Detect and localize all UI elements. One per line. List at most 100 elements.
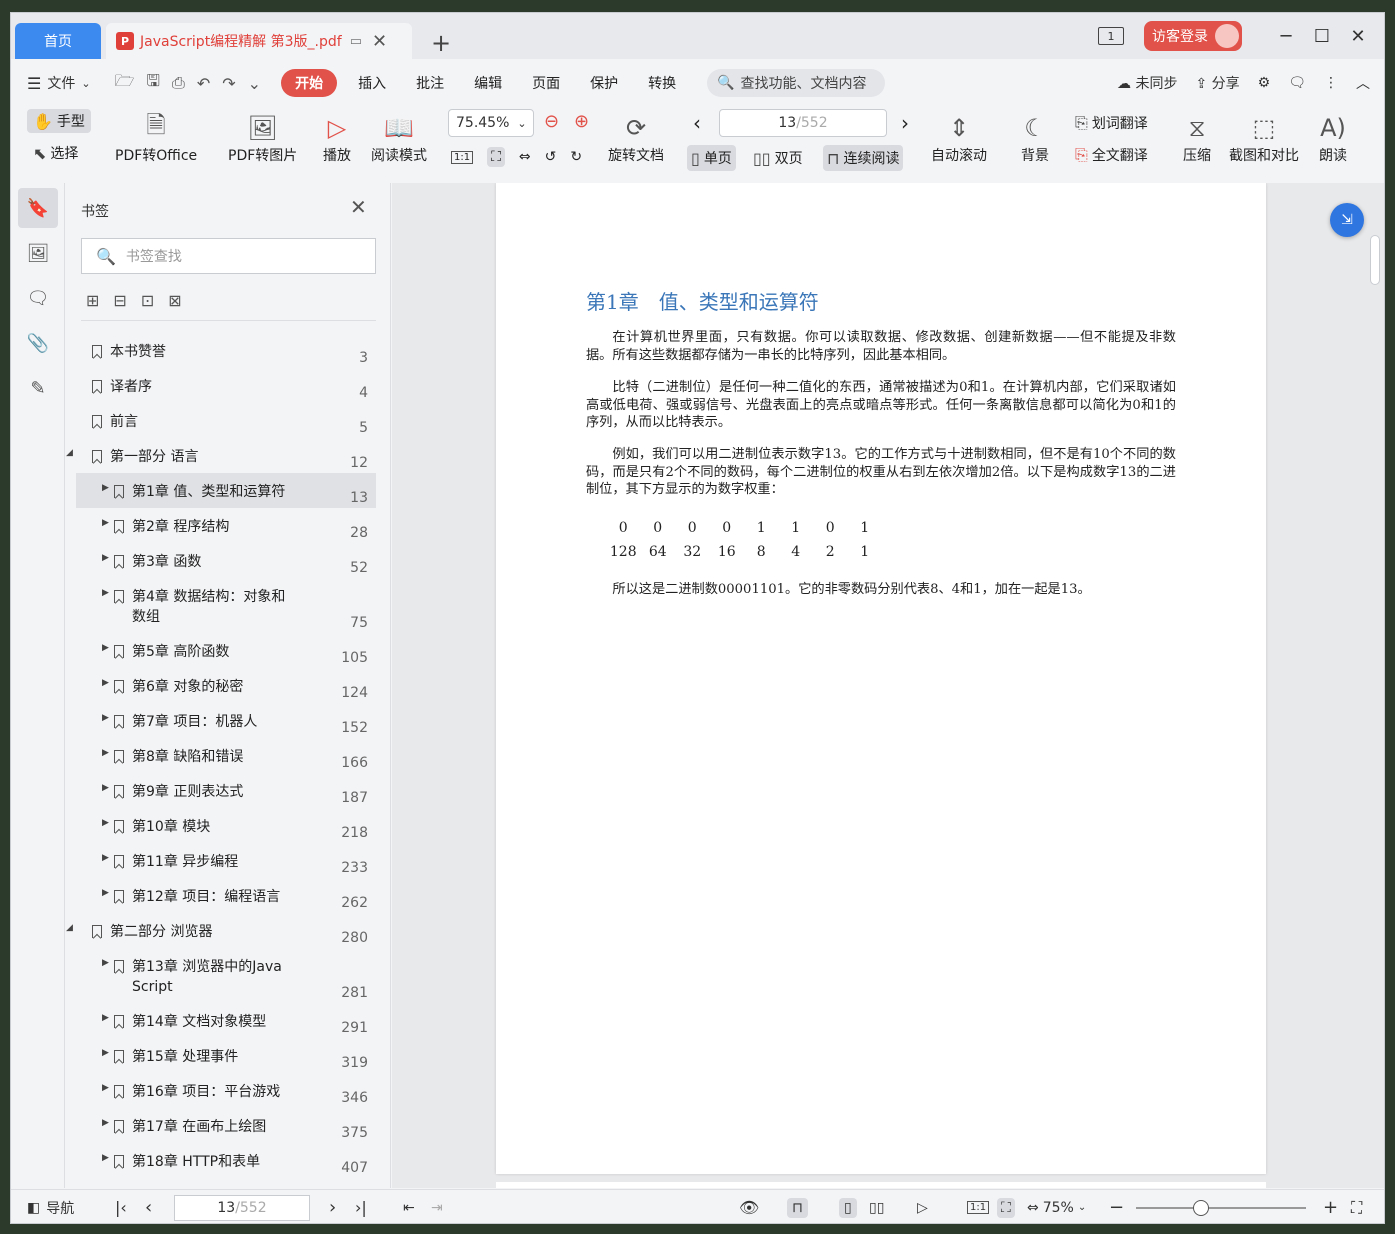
attachment-icon[interactable]: 📎 bbox=[18, 323, 58, 363]
more-dropdown-icon[interactable]: ⌄ bbox=[248, 74, 261, 93]
zoom-slider[interactable] bbox=[1136, 1207, 1306, 1209]
continuous-read-button[interactable]: ⊓ 连续阅读 bbox=[823, 145, 904, 171]
forward-icon[interactable]: ⇥ bbox=[431, 1200, 443, 1216]
pdf-to-office-button[interactable]: 🗎 PDF转Office bbox=[115, 111, 197, 165]
bookmark-item[interactable]: ▶ 第15章 处理事件 319 bbox=[76, 1038, 376, 1073]
tab-annotate[interactable]: 批注 bbox=[401, 73, 459, 93]
collapse-all-icon[interactable]: ⊟ bbox=[113, 291, 126, 310]
expand-arrow-icon[interactable]: ▶ bbox=[102, 783, 109, 793]
expand-arrow-icon[interactable]: ▶ bbox=[102, 1153, 109, 1163]
next-page-icon[interactable]: › bbox=[329, 1197, 336, 1218]
status-zoom-select[interactable]: ⇔ 75% ⌄ bbox=[1027, 1200, 1086, 1216]
bookmark-panel-icon[interactable]: 🔖 bbox=[18, 188, 58, 228]
full-translate-button[interactable]: ⎘ 全文翻译 bbox=[1075, 145, 1148, 165]
prev-page-icon[interactable]: ‹ bbox=[145, 1197, 152, 1218]
bookmark-item[interactable]: ▶ 第18章 HTTP和表单 407 bbox=[76, 1143, 376, 1178]
rotate-left-icon[interactable]: ↺ bbox=[545, 149, 557, 165]
zoom-in-icon[interactable]: + bbox=[1323, 1197, 1338, 1218]
expand-arrow-icon[interactable]: ▶ bbox=[102, 818, 109, 828]
prev-page-icon[interactable]: ‹ bbox=[693, 111, 701, 135]
bookmark-item[interactable]: ▶ 第6章 对象的秘密 124 bbox=[76, 668, 376, 703]
bookmark-item[interactable]: ▶ 第11章 异步编程 233 bbox=[76, 843, 376, 878]
open-folder-icon[interactable]: 🗁 bbox=[115, 70, 135, 97]
comment-icon[interactable]: 🗨 bbox=[1288, 75, 1306, 91]
expand-arrow-icon[interactable]: ▶ bbox=[102, 713, 109, 723]
new-tab-button[interactable]: + bbox=[431, 29, 451, 57]
play-icon[interactable]: ▷ bbox=[917, 1200, 928, 1216]
expand-arrow-icon[interactable]: ▶ bbox=[102, 588, 109, 598]
expand-arrow-icon[interactable]: ▶ bbox=[102, 678, 109, 688]
expand-arrow-icon[interactable]: ▶ bbox=[102, 958, 109, 968]
rotate-document-button[interactable]: ⟳ 旋转文档 bbox=[608, 111, 664, 165]
rotate-right-icon[interactable]: ↻ bbox=[570, 149, 582, 165]
expand-arrow-icon[interactable]: ▶ bbox=[102, 483, 109, 493]
signature-icon[interactable]: ✎ bbox=[18, 368, 58, 408]
bookmark-item[interactable]: ▶ 第16章 项目：平台游戏 346 bbox=[76, 1073, 376, 1108]
pin-tab-icon[interactable]: ▭ bbox=[350, 34, 362, 49]
expand-arrow-icon[interactable]: ▶ bbox=[102, 643, 109, 653]
bookmark-item[interactable]: ▶ 第8章 缺陷和错误 166 bbox=[76, 738, 376, 773]
zoom-out-icon[interactable]: − bbox=[1109, 1197, 1124, 1218]
tab-document[interactable]: P JavaScript编程精解 第3版_.pdf ▭ ✕ bbox=[106, 23, 412, 59]
print-icon[interactable]: ⎙ bbox=[172, 73, 185, 93]
tab-protect[interactable]: 保护 bbox=[575, 73, 633, 93]
expand-all-icon[interactable]: ⊞ bbox=[86, 291, 99, 310]
bookmark-item[interactable]: 前言 5 bbox=[76, 403, 376, 438]
tab-convert[interactable]: 转换 bbox=[633, 73, 691, 93]
auto-scroll-button[interactable]: ⇕ 自动滚动 bbox=[931, 111, 987, 165]
more-icon[interactable]: ⋮ bbox=[1324, 75, 1338, 91]
tab-page[interactable]: 页面 bbox=[517, 73, 575, 93]
compress-button[interactable]: ⧖ 压缩 bbox=[1183, 111, 1211, 165]
tab-home[interactable]: 首页 bbox=[15, 23, 101, 59]
bookmark-item[interactable]: ▶ 第7章 项目：机器人 152 bbox=[76, 703, 376, 738]
bookmark-item[interactable]: 译者序 4 bbox=[76, 368, 376, 403]
document-scrollbar[interactable] bbox=[1370, 235, 1380, 285]
bookmark-item[interactable]: ▶ 第17章 在画布上绘图 375 bbox=[76, 1108, 376, 1143]
close-window-button[interactable]: ✕ bbox=[1340, 26, 1376, 47]
zoom-slider-handle[interactable] bbox=[1193, 1200, 1209, 1216]
visitor-login-button[interactable]: 访客登录 bbox=[1144, 21, 1242, 51]
single-page-button[interactable]: ▯ 单页 bbox=[687, 145, 736, 171]
bookmark-item[interactable]: ▶ 第3章 函数 52 bbox=[76, 543, 376, 578]
expand-arrow-icon[interactable]: ▶ bbox=[102, 1118, 109, 1128]
tab-insert[interactable]: 插入 bbox=[343, 73, 401, 93]
expand-arrow-icon[interactable]: ▶ bbox=[102, 518, 109, 528]
select-tool-button[interactable]: ⬉ 选择 bbox=[33, 143, 78, 163]
share-button[interactable]: ⇪ 分享 bbox=[1195, 73, 1239, 93]
comment-panel-icon[interactable]: 🗨 bbox=[18, 278, 58, 318]
delete-bookmark-icon[interactable]: ⊠ bbox=[168, 291, 181, 310]
collapse-arrow-icon[interactable]: ◢ bbox=[66, 448, 73, 458]
bookmark-item[interactable]: ▶ 第12章 项目：编程语言 262 bbox=[76, 878, 376, 913]
bookmark-item[interactable]: ◢ 第二部分 浏览器 280 bbox=[66, 913, 376, 948]
single-view-icon[interactable]: ▯ bbox=[839, 1197, 857, 1218]
bookmark-search-input[interactable]: 🔍 书签查找 bbox=[81, 238, 376, 274]
continuous-view-icon[interactable]: ⊓ bbox=[787, 1197, 808, 1218]
collapse-ribbon-icon[interactable]: ︿ bbox=[1356, 73, 1370, 93]
bookmark-item[interactable]: ▶ 第2章 程序结构 28 bbox=[76, 508, 376, 543]
bookmark-item[interactable]: ▶ 第9章 正则表达式 187 bbox=[76, 773, 376, 808]
back-icon[interactable]: ⇤ bbox=[403, 1200, 415, 1216]
actual-size-icon[interactable]: 1:1 bbox=[451, 150, 474, 164]
first-page-icon[interactable]: |‹ bbox=[115, 1198, 127, 1217]
expand-arrow-icon[interactable]: ▶ bbox=[102, 888, 109, 898]
page-number-input[interactable]: 13/552 bbox=[719, 109, 887, 137]
read-aloud-button[interactable]: A) 朗读 bbox=[1319, 111, 1347, 165]
next-page-icon[interactable]: › bbox=[901, 111, 909, 135]
bookmark-item[interactable]: ◢ 第一部分 语言 12 bbox=[66, 438, 376, 473]
bookmark-item[interactable]: 本书赞誉 3 bbox=[76, 333, 376, 368]
zoom-out-icon[interactable]: ⊖ bbox=[544, 111, 559, 132]
collapse-arrow-icon[interactable]: ◢ bbox=[66, 923, 73, 933]
expand-arrow-icon[interactable]: ▶ bbox=[102, 1083, 109, 1093]
pdf-to-image-button[interactable]: 🖼 PDF转图片 bbox=[228, 111, 297, 165]
last-page-icon[interactable]: ›| bbox=[355, 1198, 367, 1217]
tab-edit[interactable]: 编辑 bbox=[459, 73, 517, 93]
close-tab-icon[interactable]: ✕ bbox=[372, 31, 387, 52]
screenshot-compare-button[interactable]: ⬚ 截图和对比 bbox=[1229, 111, 1299, 165]
bookmark-item[interactable]: ▶ 第5章 高阶函数 105 bbox=[76, 633, 376, 668]
expand-arrow-icon[interactable]: ▶ bbox=[102, 853, 109, 863]
expand-arrow-icon[interactable]: ▶ bbox=[102, 1013, 109, 1023]
maximize-button[interactable]: ☐ bbox=[1304, 26, 1340, 47]
minimize-button[interactable]: ─ bbox=[1268, 26, 1304, 47]
status-page-input[interactable]: 13/552 bbox=[174, 1194, 310, 1221]
redo-icon[interactable]: ↷ bbox=[222, 74, 235, 93]
